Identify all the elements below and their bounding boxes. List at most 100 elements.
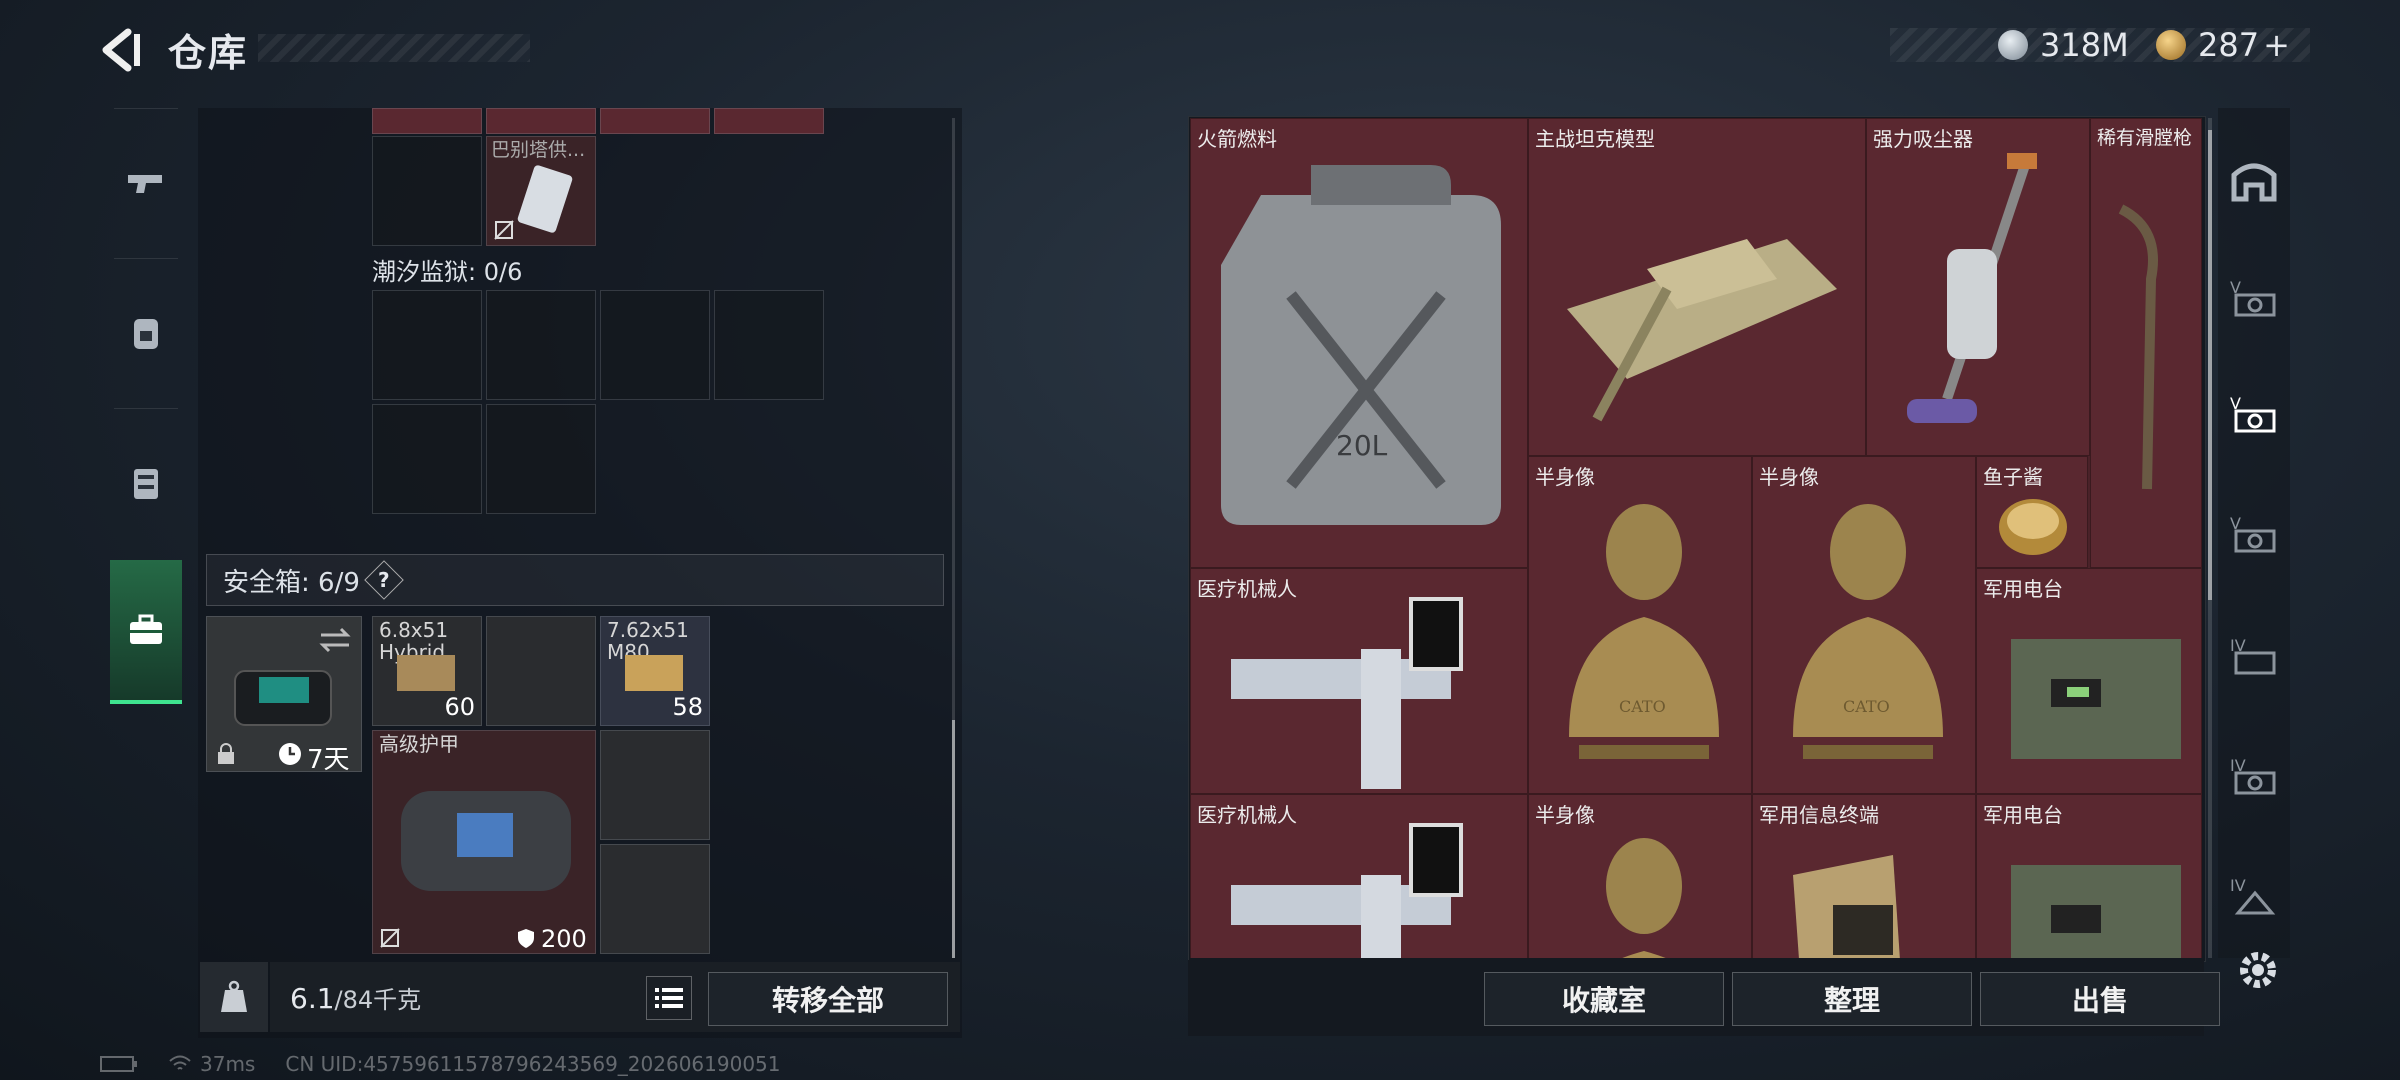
safe-box-help-button[interactable]: ? (364, 560, 404, 600)
item-name: 稀有滑膛枪 (2097, 127, 2193, 149)
rail-item-tier-iv[interactable]: IV (2226, 626, 2282, 686)
grid-cell[interactable] (600, 108, 710, 134)
no-transfer-icon (494, 220, 514, 240)
item-medical-robot[interactable]: 医疗机械人 (1190, 794, 1528, 958)
weight-current: 6.1 (290, 982, 335, 1015)
grid-cell[interactable] (372, 290, 482, 400)
rail-item-tier-iv[interactable]: IV (2226, 746, 2282, 806)
item-military-radio[interactable]: 军用电台 (1976, 568, 2202, 794)
item-name: 军用电台 (1983, 577, 2063, 601)
ammo-6-8x51-item[interactable]: 6.8x51 Hybrid 60 (372, 616, 482, 726)
grid-cell[interactable] (714, 108, 824, 134)
grid-cell[interactable] (486, 616, 596, 726)
shield-icon (518, 929, 534, 948)
item-name: 火箭燃料 (1197, 127, 1277, 151)
babel-tower-item-label: 巴别塔供... (491, 139, 586, 161)
back-arrow-icon[interactable] (98, 28, 142, 72)
ping-readout: 37ms (168, 1052, 255, 1076)
grid-cell[interactable] (600, 730, 710, 840)
gear-icon[interactable] (2236, 948, 2280, 992)
grid-cell[interactable] (372, 136, 482, 246)
musket-icon (2118, 204, 2158, 490)
item-medical-robot[interactable]: 医疗机械人 (1190, 568, 1528, 794)
terminal-icon (1793, 855, 1900, 958)
svg-text:IV: IV (2230, 876, 2246, 895)
tidal-prison-label: 潮汐监狱: 0/6 (372, 258, 523, 286)
item-bust[interactable]: 半身像 (1528, 794, 1752, 958)
ammo-7-62x51-item[interactable]: 7.62x51 M80 58 (600, 616, 710, 726)
rail-item-safe-box[interactable] (110, 560, 182, 704)
currency-gold-plus[interactable]: + (2263, 26, 2290, 64)
ammo-box-icon (397, 655, 455, 691)
rail-item-weapons[interactable] (100, 130, 192, 240)
caviar-tin-icon (1999, 499, 2067, 555)
currency-gold[interactable]: 287 + (2156, 26, 2290, 64)
backpack-icon (134, 319, 158, 349)
collection-room-button[interactable]: 收藏室 (1484, 972, 1724, 1026)
item-name: 主战坦克模型 (1535, 127, 1655, 151)
warehouse-item-grid: 火箭燃料 20L 主战坦克模型 强力吸尘器 稀有滑膛枪 半身像 CATO 半身像… (1190, 118, 2202, 958)
rail-item-tier-v[interactable]: V (2226, 504, 2282, 564)
item-caviar[interactable]: 鱼子酱 (1976, 456, 2088, 568)
grid-cell[interactable] (486, 290, 596, 400)
item-rare-musket[interactable]: 稀有滑膛枪 (2090, 118, 2202, 568)
item-name: 半身像 (1535, 465, 1595, 489)
grid-cell[interactable] (714, 290, 824, 400)
uid-text: CN UID:45759611578796243569_202606190051 (285, 1052, 781, 1076)
grid-cell[interactable] (486, 404, 596, 514)
rail-item-tier-iv[interactable]: IV (2226, 866, 2282, 926)
item-bust[interactable]: 半身像 CATO (1752, 456, 1976, 794)
bust-icon (1606, 838, 1682, 958)
grid-cell[interactable] (486, 108, 596, 134)
rail-item-tier-v-active[interactable]: V (2226, 384, 2282, 444)
silver-coin-icon (1998, 30, 2028, 60)
grid-cell[interactable] (600, 844, 710, 954)
home-arch-icon (2231, 163, 2277, 202)
safe-box-timer: 7天 (307, 745, 350, 775)
transfer-all-button[interactable]: 转移全部 (708, 972, 948, 1026)
item-name: 鱼子酱 (1983, 465, 2043, 489)
fuel-can-label: 20L (1336, 429, 1388, 462)
armor-bag-icon (401, 791, 571, 891)
rail-item-tier-v[interactable]: V (2226, 268, 2282, 328)
tank-icon (1567, 239, 1837, 422)
tier-iv-item-icon: IV (2230, 636, 2276, 675)
item-military-radio[interactable]: 军用电台 (1976, 794, 2202, 958)
safe-box-item[interactable]: 7天 (206, 616, 362, 775)
weight-lock-button[interactable] (200, 962, 268, 1032)
sell-button[interactable]: 出售 (1980, 972, 2220, 1026)
medical-robot-icon (1231, 597, 1463, 789)
clock-icon (279, 743, 301, 765)
item-mbt-model[interactable]: 主战坦克模型 (1528, 118, 1866, 456)
briefcase-icon (130, 614, 162, 644)
safe-box-label: 安全箱: 6/9 (223, 567, 360, 598)
grid-cell[interactable] (600, 290, 710, 400)
grid-cell[interactable] (372, 108, 482, 134)
list-view-button[interactable] (646, 976, 692, 1020)
grid-cell[interactable] (372, 404, 482, 514)
advanced-armor-item[interactable]: 高级护甲 200 (372, 730, 596, 954)
organize-button[interactable]: 整理 (1732, 972, 1972, 1026)
item-power-vacuum[interactable]: 强力吸尘器 (1866, 118, 2090, 456)
page-title: 仓库 (168, 31, 249, 75)
weight-icon (221, 980, 247, 1012)
rail-item-backpack[interactable] (100, 278, 192, 388)
item-name: 半身像 (1535, 803, 1595, 827)
item-rocket-fuel[interactable]: 火箭燃料 20L (1190, 118, 1528, 568)
currency-gold-value: 287 (2198, 26, 2260, 64)
right-scrollbar-thumb[interactable] (2208, 130, 2212, 600)
babel-tower-item[interactable]: 巴别塔供... (486, 136, 596, 246)
battery-icon (100, 1056, 137, 1072)
currency-silver[interactable]: 318M (1998, 26, 2129, 64)
list-icon (655, 988, 683, 1008)
status-bar: 37ms CN UID:45759611578796243569_2026061… (100, 1052, 781, 1076)
left-scrollbar-thumb[interactable] (952, 720, 955, 958)
bust-icon: CATO (1569, 504, 1719, 759)
rail-item-home[interactable] (2226, 150, 2282, 210)
medical-robot-icon (1231, 823, 1463, 958)
item-military-terminal[interactable]: 军用信息终端 (1752, 794, 1976, 958)
item-bust[interactable]: 半身像 CATO (1528, 456, 1752, 794)
rail-item-chest-rig[interactable] (100, 428, 192, 538)
keycard-icon (517, 165, 573, 233)
tier-v-item-icon: V (2230, 278, 2276, 317)
